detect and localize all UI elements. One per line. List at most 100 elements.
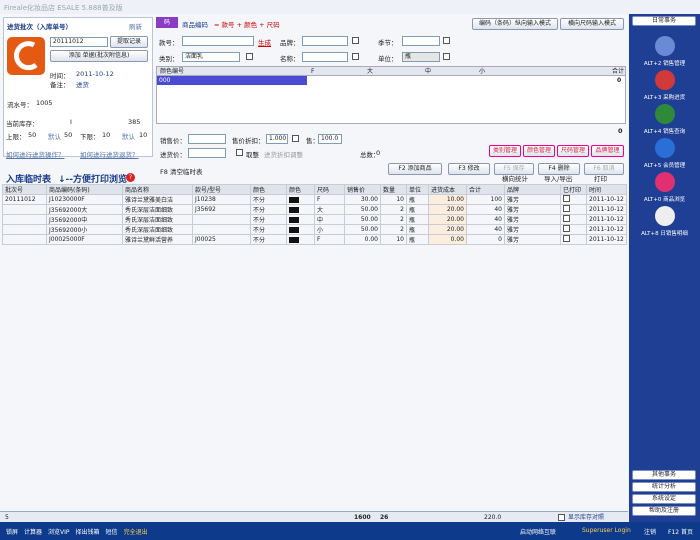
help-register-tab[interactable]: 帮助及注册 [632, 506, 696, 516]
print-button[interactable]: 打印 [594, 173, 607, 183]
table-row[interactable]: J35692000大 秀氏深层洁面细致 J35692 不分 大 50.00 2 瓶 20.00 4… [2, 204, 627, 215]
summary-bar: 5 1600 26 220.0 显示库存对照 [0, 511, 628, 522]
column-header[interactable]: 尺码 [314, 184, 345, 195]
refresh-link[interactable]: 刷新 [129, 21, 142, 31]
clear-temp-label[interactable]: F8 清空临时表 [160, 166, 202, 176]
column-header[interactable]: 销售价 [344, 184, 381, 195]
vertical-mode-button[interactable]: 编码（条码）纵向输入模式 [472, 18, 558, 30]
season-checkbox[interactable] [443, 37, 450, 44]
horizontal-stats-button[interactable]: 横向统计 [502, 173, 528, 183]
column-header[interactable]: 时间 [586, 184, 627, 195]
column-header[interactable]: 进货成本 [428, 184, 467, 195]
table-row[interactable]: J35692000中 秀氏深层洁面细致 不分 中 50.00 2 瓶 20.00 40 雅芳 201… [2, 214, 627, 225]
unit-select[interactable]: 瓶 [402, 52, 440, 62]
status-item[interactable]: 锁屏 [6, 529, 18, 536]
printed-checkbox[interactable] [563, 225, 570, 232]
name-input[interactable] [302, 52, 348, 62]
fetch-record-button[interactable]: 提取记录 [110, 36, 148, 48]
column-header[interactable]: 批次号 [2, 184, 47, 195]
size-header-f: F [311, 68, 315, 75]
nav-item[interactable]: ALT+8 日销售明细 [629, 206, 700, 237]
horizontal-mode-button[interactable]: 横向尺码输入模式 [560, 18, 624, 30]
network-link[interactable]: 启动网络互联 [520, 527, 556, 536]
table-cell [560, 194, 587, 205]
daily-tab[interactable]: 日常事务 [632, 16, 696, 26]
printed-checkbox[interactable] [563, 235, 570, 242]
table-row[interactable]: J00025000F 雅诗兰黛鲜活营养 J00025 不分 F 0.00 10 瓶 0.00 0 雅… [2, 234, 627, 245]
name-checkbox[interactable] [352, 53, 359, 60]
lower-default-link[interactable]: 默认 [122, 131, 135, 141]
column-header[interactable]: 合计 [466, 184, 505, 195]
size-grid-row-color[interactable]: 000 [157, 76, 307, 85]
edit-button[interactable]: F3 修改 [448, 163, 490, 175]
code-hint: = 款号 + 颜色 + 尺码 [214, 21, 280, 29]
add-document-button[interactable]: 添加 单据(批次附信息) [50, 50, 148, 62]
table-row[interactable]: J35692000小 秀氏深层洁面细致 不分 小 50.00 2 瓶 20.00 40 雅芳 201… [2, 224, 627, 235]
season-select[interactable] [402, 36, 440, 46]
show-stock-checkbox[interactable] [558, 514, 565, 521]
table-cell: 0.00 [428, 234, 467, 245]
nav-item[interactable]: ALT+5 会员管理 [629, 138, 700, 169]
table-cell: 2011-10-12 [586, 194, 627, 205]
add-goods-button[interactable]: F2 添加商品 [388, 163, 442, 175]
size-manage-button[interactable]: 尺码管理 [557, 145, 589, 157]
column-header[interactable]: 颜色 [250, 184, 287, 195]
category-checkbox[interactable] [246, 53, 253, 60]
printed-checkbox[interactable] [563, 205, 570, 212]
status-item[interactable]: 计算器 [24, 529, 42, 536]
home-button[interactable]: F12 首页 [668, 527, 693, 536]
nav-item[interactable]: ALT+3 采购进货 [629, 70, 700, 101]
style-input[interactable] [182, 36, 254, 46]
batch-select[interactable]: 20111012 [50, 37, 108, 47]
import-export-button[interactable]: 导入/导出 [544, 173, 572, 183]
column-header[interactable]: 已打印 [560, 184, 587, 195]
status-item[interactable]: 短信 [106, 529, 118, 536]
nav-item[interactable]: ALT+0 商品浏览 [629, 172, 700, 203]
discount-label: 售价折扣： [232, 137, 265, 145]
status-item[interactable]: 完全退出 [124, 529, 148, 536]
size-grid-row-total: 0 [617, 77, 622, 84]
brand-manage-button[interactable]: 品牌管理 [591, 145, 624, 157]
stats-tab[interactable]: 统计分析 [632, 482, 696, 492]
help-link-purchase[interactable]: 如何进行进货操作？ [6, 149, 65, 159]
column-header[interactable]: 单位 [406, 184, 429, 195]
sale-input[interactable]: 100.0 [318, 134, 342, 144]
column-header[interactable]: 数量 [380, 184, 407, 195]
upper-default-link[interactable]: 默认 [48, 131, 61, 141]
category-select[interactable]: 洁面乳 [182, 52, 240, 62]
nav-item[interactable]: ALT+4 销售查询 [629, 104, 700, 135]
table-row[interactable]: 20111012 J10230000F 雅诗兰黛雅美白洁 J10238 不分 F 30.00… [2, 194, 627, 205]
round-checkbox[interactable] [236, 149, 243, 156]
cost-input[interactable] [188, 148, 226, 158]
help-icon[interactable]: ? [126, 173, 135, 182]
discount-checkbox[interactable] [292, 135, 299, 142]
printed-checkbox[interactable] [563, 215, 570, 222]
column-header[interactable]: 品牌 [504, 184, 561, 195]
help-link-return[interactable]: 如何进行进货退货？ [80, 149, 139, 159]
status-item[interactable]: 择出钱箱 [76, 529, 100, 536]
main-area: 进货批次（入库单号） 刷新 20111012 提取记录 添加 单据(批次附信息)… [0, 14, 628, 511]
price-input[interactable] [188, 134, 226, 144]
other-tab[interactable]: 其他事务 [632, 470, 696, 480]
nav-item-label: ALT+4 销售查询 [643, 129, 686, 135]
brand-select[interactable] [302, 36, 348, 46]
time-value: 2011-10-12 [76, 70, 114, 78]
table-cell: 雅芳 [504, 214, 561, 225]
brand-checkbox[interactable] [352, 37, 359, 44]
column-header[interactable]: 商品名称 [122, 184, 193, 195]
nav-item[interactable]: ALT+2 销售管理 [629, 36, 700, 67]
color-manage-button[interactable]: 颜色管理 [523, 145, 555, 157]
column-header[interactable]: 款号/型号 [192, 184, 251, 195]
column-header[interactable]: 商品编码(条码) [46, 184, 123, 195]
logout-button[interactable]: 注销 [644, 527, 656, 536]
settings-tab[interactable]: 系统设定 [632, 494, 696, 504]
unit-checkbox[interactable] [443, 53, 450, 60]
category-manage-button[interactable]: 类别管理 [489, 145, 521, 157]
user-login: Superuser Login [582, 527, 631, 534]
printed-checkbox[interactable] [563, 195, 570, 202]
discount-input[interactable]: 1.000 [266, 134, 288, 144]
status-item[interactable]: 浏览VIP [48, 529, 70, 536]
table-cell: 40 [466, 214, 505, 225]
column-header[interactable]: 颜色 [286, 184, 315, 195]
generate-link[interactable]: 生成 [258, 37, 271, 47]
